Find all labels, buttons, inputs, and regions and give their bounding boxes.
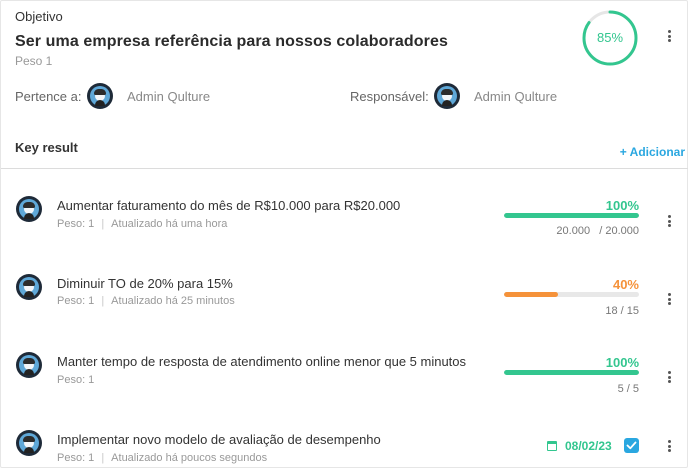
objective-section: Objetivo Ser uma empresa referência para… <box>1 1 688 169</box>
key-result-title[interactable]: Aumentar faturamento do mês de R$10.000 … <box>57 198 400 213</box>
key-result-title[interactable]: Implementar novo modelo de avaliação de … <box>57 432 381 447</box>
key-result-progress-value: 5 / 5 <box>617 383 639 395</box>
key-result-owner-avatar <box>16 196 42 222</box>
belongs-to-name: Admin Qulture <box>127 89 211 104</box>
key-result-title[interactable]: Diminuir TO de 20% para 15% <box>57 276 233 291</box>
key-result-weight: Peso: 1 <box>57 452 95 464</box>
key-result-title[interactable]: Manter tempo de resposta de atendimento … <box>57 354 466 369</box>
responsible-label: Responsável: <box>350 89 429 104</box>
key-result-meta: Peso: 1 | Atualizado há uma hora <box>57 218 228 230</box>
belongs-to-avatar[interactable] <box>87 83 113 109</box>
key-result-more-options-icon[interactable] <box>663 369 675 385</box>
key-result-owner-avatar <box>16 430 42 456</box>
key-result-progress-bar <box>504 292 639 297</box>
key-result-updated: Atualizado há 25 minutos <box>111 295 235 307</box>
key-result-progress-fill <box>504 370 639 375</box>
objective-weight: Peso 1 <box>15 54 53 68</box>
objective-progress-label: 85% <box>596 30 624 45</box>
key-result-weight: Peso: 1 <box>57 218 95 230</box>
objective-title[interactable]: Ser uma empresa referência para nossos c… <box>15 33 448 51</box>
key-result-progress-fill <box>504 213 639 218</box>
key-result-owner-avatar <box>16 274 42 300</box>
objective-more-options-icon[interactable] <box>663 28 675 44</box>
key-result-meta: Peso: 1 | Atualizado há 25 minutos <box>57 295 235 307</box>
add-key-result-button[interactable]: + Adicionar <box>620 145 685 159</box>
key-result-meta: Peso: 1 | Atualizado há poucos segundos <box>57 452 268 464</box>
key-result-meta: Peso: 1 <box>57 374 94 386</box>
checkmark-icon <box>626 441 637 450</box>
key-result-progress-bar <box>504 213 639 218</box>
key-result-percent: 100% <box>605 355 639 370</box>
calendar-icon <box>547 441 557 451</box>
key-result-weight: Peso: 1 <box>57 295 95 307</box>
key-result-more-options-icon[interactable] <box>663 438 675 454</box>
responsible-avatar[interactable] <box>434 83 460 109</box>
key-result-progress-fill <box>504 292 558 297</box>
responsible-name: Admin Qulture <box>474 89 558 104</box>
belongs-to-label: Pertence a: <box>15 89 82 104</box>
key-result-updated: Atualizado há poucos segundos <box>111 452 268 464</box>
key-result-weight: Peso: 1 <box>57 374 95 386</box>
key-result-date-text: 08/02/23 <box>565 439 612 453</box>
key-result-due-date[interactable]: 08/02/23 <box>547 438 612 454</box>
key-result-more-options-icon[interactable] <box>663 291 675 307</box>
key-result-progress-bar <box>504 370 639 375</box>
key-result-updated: Atualizado há uma hora <box>111 218 228 230</box>
key-result-progress-value: 18 / 15 <box>605 305 639 317</box>
key-result-percent: 100% <box>605 198 639 213</box>
key-result-header: Key result <box>15 140 78 155</box>
key-result-percent: 40% <box>612 277 639 292</box>
objective-label: Objetivo <box>15 9 63 24</box>
key-result-owner-avatar <box>16 352 42 378</box>
objective-card: Objetivo Ser uma empresa referência para… <box>0 0 688 468</box>
key-result-done-checkbox[interactable] <box>624 438 639 453</box>
key-result-progress-value: 20.000 / 20.000 <box>556 225 639 237</box>
key-result-more-options-icon[interactable] <box>663 213 675 229</box>
